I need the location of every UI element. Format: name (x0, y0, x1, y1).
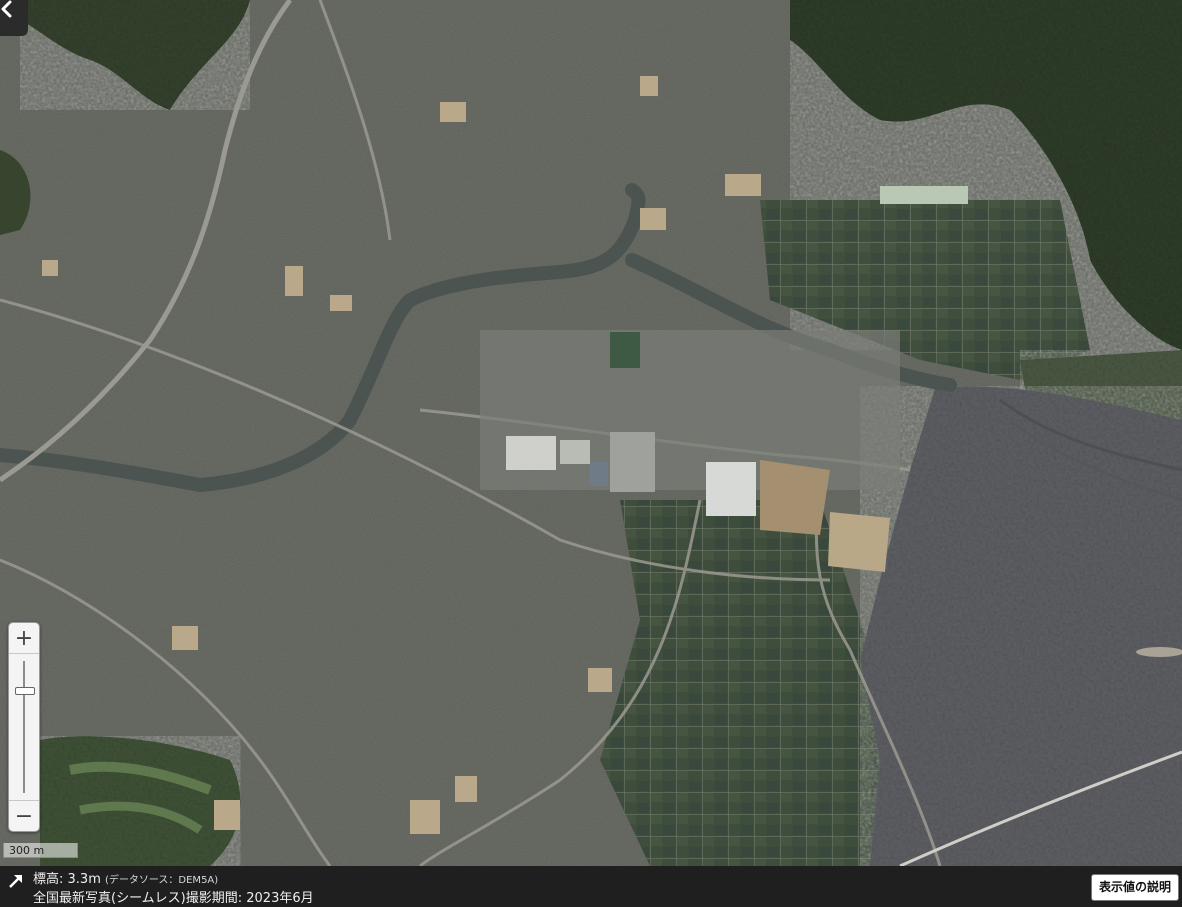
photo-period: 全国最新写真(シームレス)撮影期間: 2023年6月 (33, 891, 314, 906)
zoom-control: + − (8, 622, 40, 832)
chevron-left-icon (1, 0, 12, 18)
back-button[interactable] (0, 0, 28, 36)
elevation-value: 3.3m (67, 872, 101, 887)
zoom-slider-thumb[interactable] (15, 687, 35, 696)
elevation-readout: 標高: 3.3m (データソース：DEM5A) (33, 868, 218, 887)
zoom-slider-track[interactable] (23, 661, 25, 793)
scale-label: 300 m (9, 844, 45, 857)
explain-values-button[interactable]: 表示値の説明 (1090, 874, 1179, 901)
info-bar: 標高: 3.3m (データソース：DEM5A) 全国最新写真(シームレス)撮影期… (0, 866, 1182, 907)
scale-bar: 300 m (3, 843, 78, 858)
zoom-out-button[interactable]: − (9, 800, 39, 831)
elevation-source: (データソース：DEM5A) (105, 875, 219, 886)
elevation-label: 標高: (33, 872, 64, 887)
aerial-imagery (0, 0, 1182, 866)
aerial-map[interactable]: + − 300 m (0, 0, 1182, 866)
expand-arrow-icon[interactable] (7, 872, 25, 890)
zoom-in-button[interactable]: + (9, 623, 39, 654)
